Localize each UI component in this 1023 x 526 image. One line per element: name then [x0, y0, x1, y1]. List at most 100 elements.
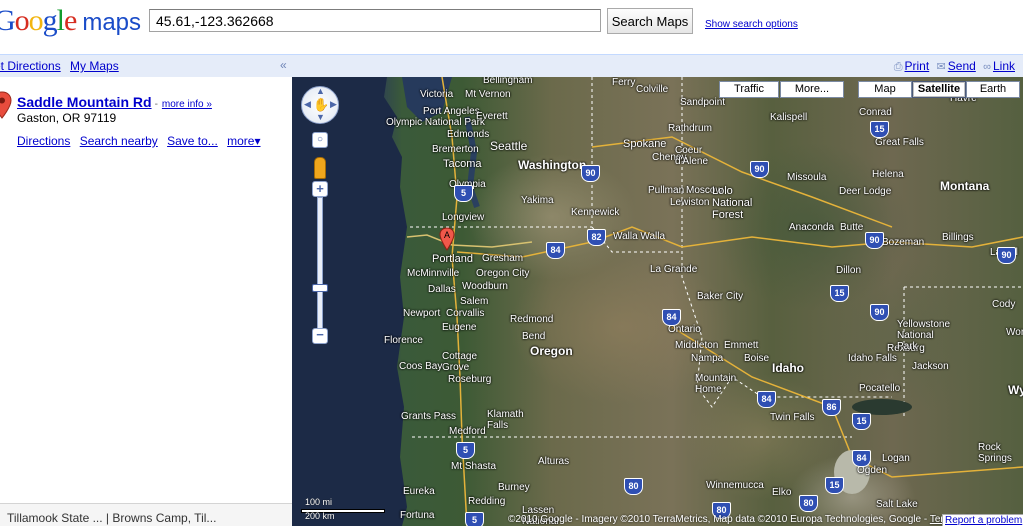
- place-label: Nampa: [691, 353, 724, 364]
- state-label: Idaho: [772, 361, 804, 375]
- place-label: Klamath Falls: [487, 409, 524, 431]
- place-label: Grants Pass: [401, 411, 457, 422]
- search-input[interactable]: [149, 9, 601, 32]
- separator: -: [154, 99, 158, 110]
- place-label: Pocatello: [859, 383, 901, 394]
- place-label: Bend: [522, 331, 546, 342]
- place-label: Twin Falls: [770, 412, 815, 423]
- google-maps-logo[interactable]: Google maps: [0, 4, 141, 40]
- state-label: Wor: [1006, 327, 1023, 338]
- place-label: Woodburn: [462, 281, 508, 292]
- satellite-view-button[interactable]: Satellite: [912, 81, 966, 98]
- place-label: Tacoma: [443, 158, 482, 170]
- more-info-link[interactable]: more info »: [162, 99, 212, 110]
- pan-down-arrow-icon[interactable]: ▼: [316, 112, 325, 122]
- interstate-shield: 80: [799, 495, 818, 512]
- search-maps-button[interactable]: Search Maps: [607, 8, 693, 34]
- logo-letter: g: [42, 4, 58, 37]
- directions-link[interactable]: Directions: [17, 134, 70, 148]
- place-label: Winnemucca: [706, 480, 764, 491]
- place-label: Boise: [744, 353, 770, 364]
- printer-icon: ⎙: [893, 61, 903, 73]
- place-label: Medford: [449, 426, 486, 437]
- place-label: Burney: [498, 482, 530, 493]
- report-problem-link[interactable]: Report a problem: [942, 514, 1023, 526]
- result-actions: Directions Search nearby Save to... more…: [17, 134, 267, 148]
- place-label: Longview: [442, 212, 485, 223]
- results-panel: Saddle Mountain Rd - more info » Gaston, O…: [0, 77, 292, 503]
- search-nearby-link[interactable]: Search nearby: [80, 134, 158, 148]
- satellite-map[interactable]: Bellingham Victoria Mt Vernon Port Angel…: [292, 77, 1023, 526]
- place-label: Anaconda: [789, 222, 835, 233]
- interstate-shield: 15: [870, 121, 889, 138]
- place-label: Oregon City: [476, 268, 530, 279]
- place-label: Yellowstone National Park: [897, 319, 951, 352]
- interstate-84-90: [456, 226, 1023, 258]
- logo-letter: l: [56, 4, 65, 37]
- place-label: Elko: [772, 487, 792, 498]
- result-title-row: Saddle Mountain Rd - more info »: [17, 94, 212, 110]
- my-maps-link[interactable]: My Maps: [70, 59, 119, 73]
- interstate-shield: 90: [870, 304, 889, 321]
- map-view-button[interactable]: Map: [858, 81, 912, 98]
- place-label: Lolo National Forest: [712, 185, 753, 221]
- interstate-shield: 15: [830, 285, 849, 302]
- place-label: Deer Lodge: [839, 186, 892, 197]
- link-link[interactable]: Link: [993, 59, 1015, 73]
- red-pin-icon[interactable]: [0, 91, 12, 119]
- logo-letter: o: [28, 4, 44, 37]
- zoom-slider-track[interactable]: [317, 197, 323, 330]
- map-type-controls: Traffic More... Map Satellite Earth: [292, 81, 1023, 103]
- interstate-shield: 5: [456, 442, 475, 459]
- place-label: Dillon: [836, 265, 862, 276]
- place-label: Mountain Home: [695, 373, 737, 395]
- zoom-in-button[interactable]: +: [312, 181, 328, 197]
- result-title-link[interactable]: Saddle Mountain Rd: [17, 94, 152, 110]
- place-label: Florence: [384, 335, 423, 346]
- more-layers-button[interactable]: More...: [780, 81, 844, 98]
- place-label: Port Angeles: [423, 106, 480, 117]
- save-to-link[interactable]: Save to...: [167, 134, 218, 148]
- collapse-panel-icon[interactable]: «: [280, 58, 287, 72]
- show-search-options-link[interactable]: Show search options: [705, 19, 798, 30]
- place-label: Salem: [460, 296, 489, 307]
- ocean-area: [292, 77, 407, 526]
- place-label: Corvallis: [446, 308, 485, 319]
- marker-a-pin-icon[interactable]: A: [439, 227, 455, 251]
- street-view-pegman-icon[interactable]: [314, 157, 326, 179]
- place-label: Helena: [872, 169, 904, 180]
- toolbar-left: et Directions My Maps: [0, 59, 125, 73]
- place-label: Mt Shasta: [451, 461, 497, 472]
- interstate-shield: 90: [997, 247, 1016, 264]
- place-label: Dallas: [428, 284, 456, 295]
- zoom-out-button[interactable]: −: [312, 328, 328, 344]
- state-label: Montana: [940, 179, 990, 193]
- print-link[interactable]: Print: [905, 59, 930, 73]
- send-link[interactable]: Send: [948, 59, 976, 73]
- envelope-icon: ✉: [936, 61, 946, 73]
- interstate-shield: 15: [852, 413, 871, 430]
- place-label: Butte: [840, 222, 864, 233]
- state-label: Washington: [518, 158, 587, 172]
- place-label: Billings: [942, 232, 974, 243]
- place-label: Middleton: [675, 340, 719, 351]
- zoom-slider-thumb[interactable]: [312, 284, 328, 292]
- earth-view-button[interactable]: Earth: [966, 81, 1020, 98]
- toolbar: et Directions My Maps « ⎙ Print ✉ Send ∞ Li…: [0, 54, 1023, 77]
- place-label: Lewiston: [670, 197, 710, 208]
- place-label: Coos Bay: [399, 361, 443, 372]
- bottom-status-bar[interactable]: Tillamook State ... | Browns Camp, Til..…: [0, 503, 292, 526]
- place-label: Portland: [432, 253, 473, 265]
- place-label: Fortuna: [400, 510, 435, 521]
- interstate-shield: 90: [581, 165, 600, 182]
- place-label: McMinnville: [407, 268, 460, 279]
- more-dropdown-link[interactable]: more▾: [227, 134, 260, 148]
- traffic-button[interactable]: Traffic: [719, 81, 779, 98]
- place-label: Spokane: [623, 138, 667, 150]
- header: Googlemaps Search Maps Show search optio…: [0, 0, 1023, 50]
- place-label: Newport: [403, 308, 441, 319]
- reset-view-icon[interactable]: ○: [312, 132, 328, 148]
- toolbar-right: ⎙ Print ✉ Send ∞ Link: [894, 59, 1019, 74]
- chain-link-icon: ∞: [983, 61, 991, 73]
- get-directions-link[interactable]: et Directions: [0, 59, 61, 73]
